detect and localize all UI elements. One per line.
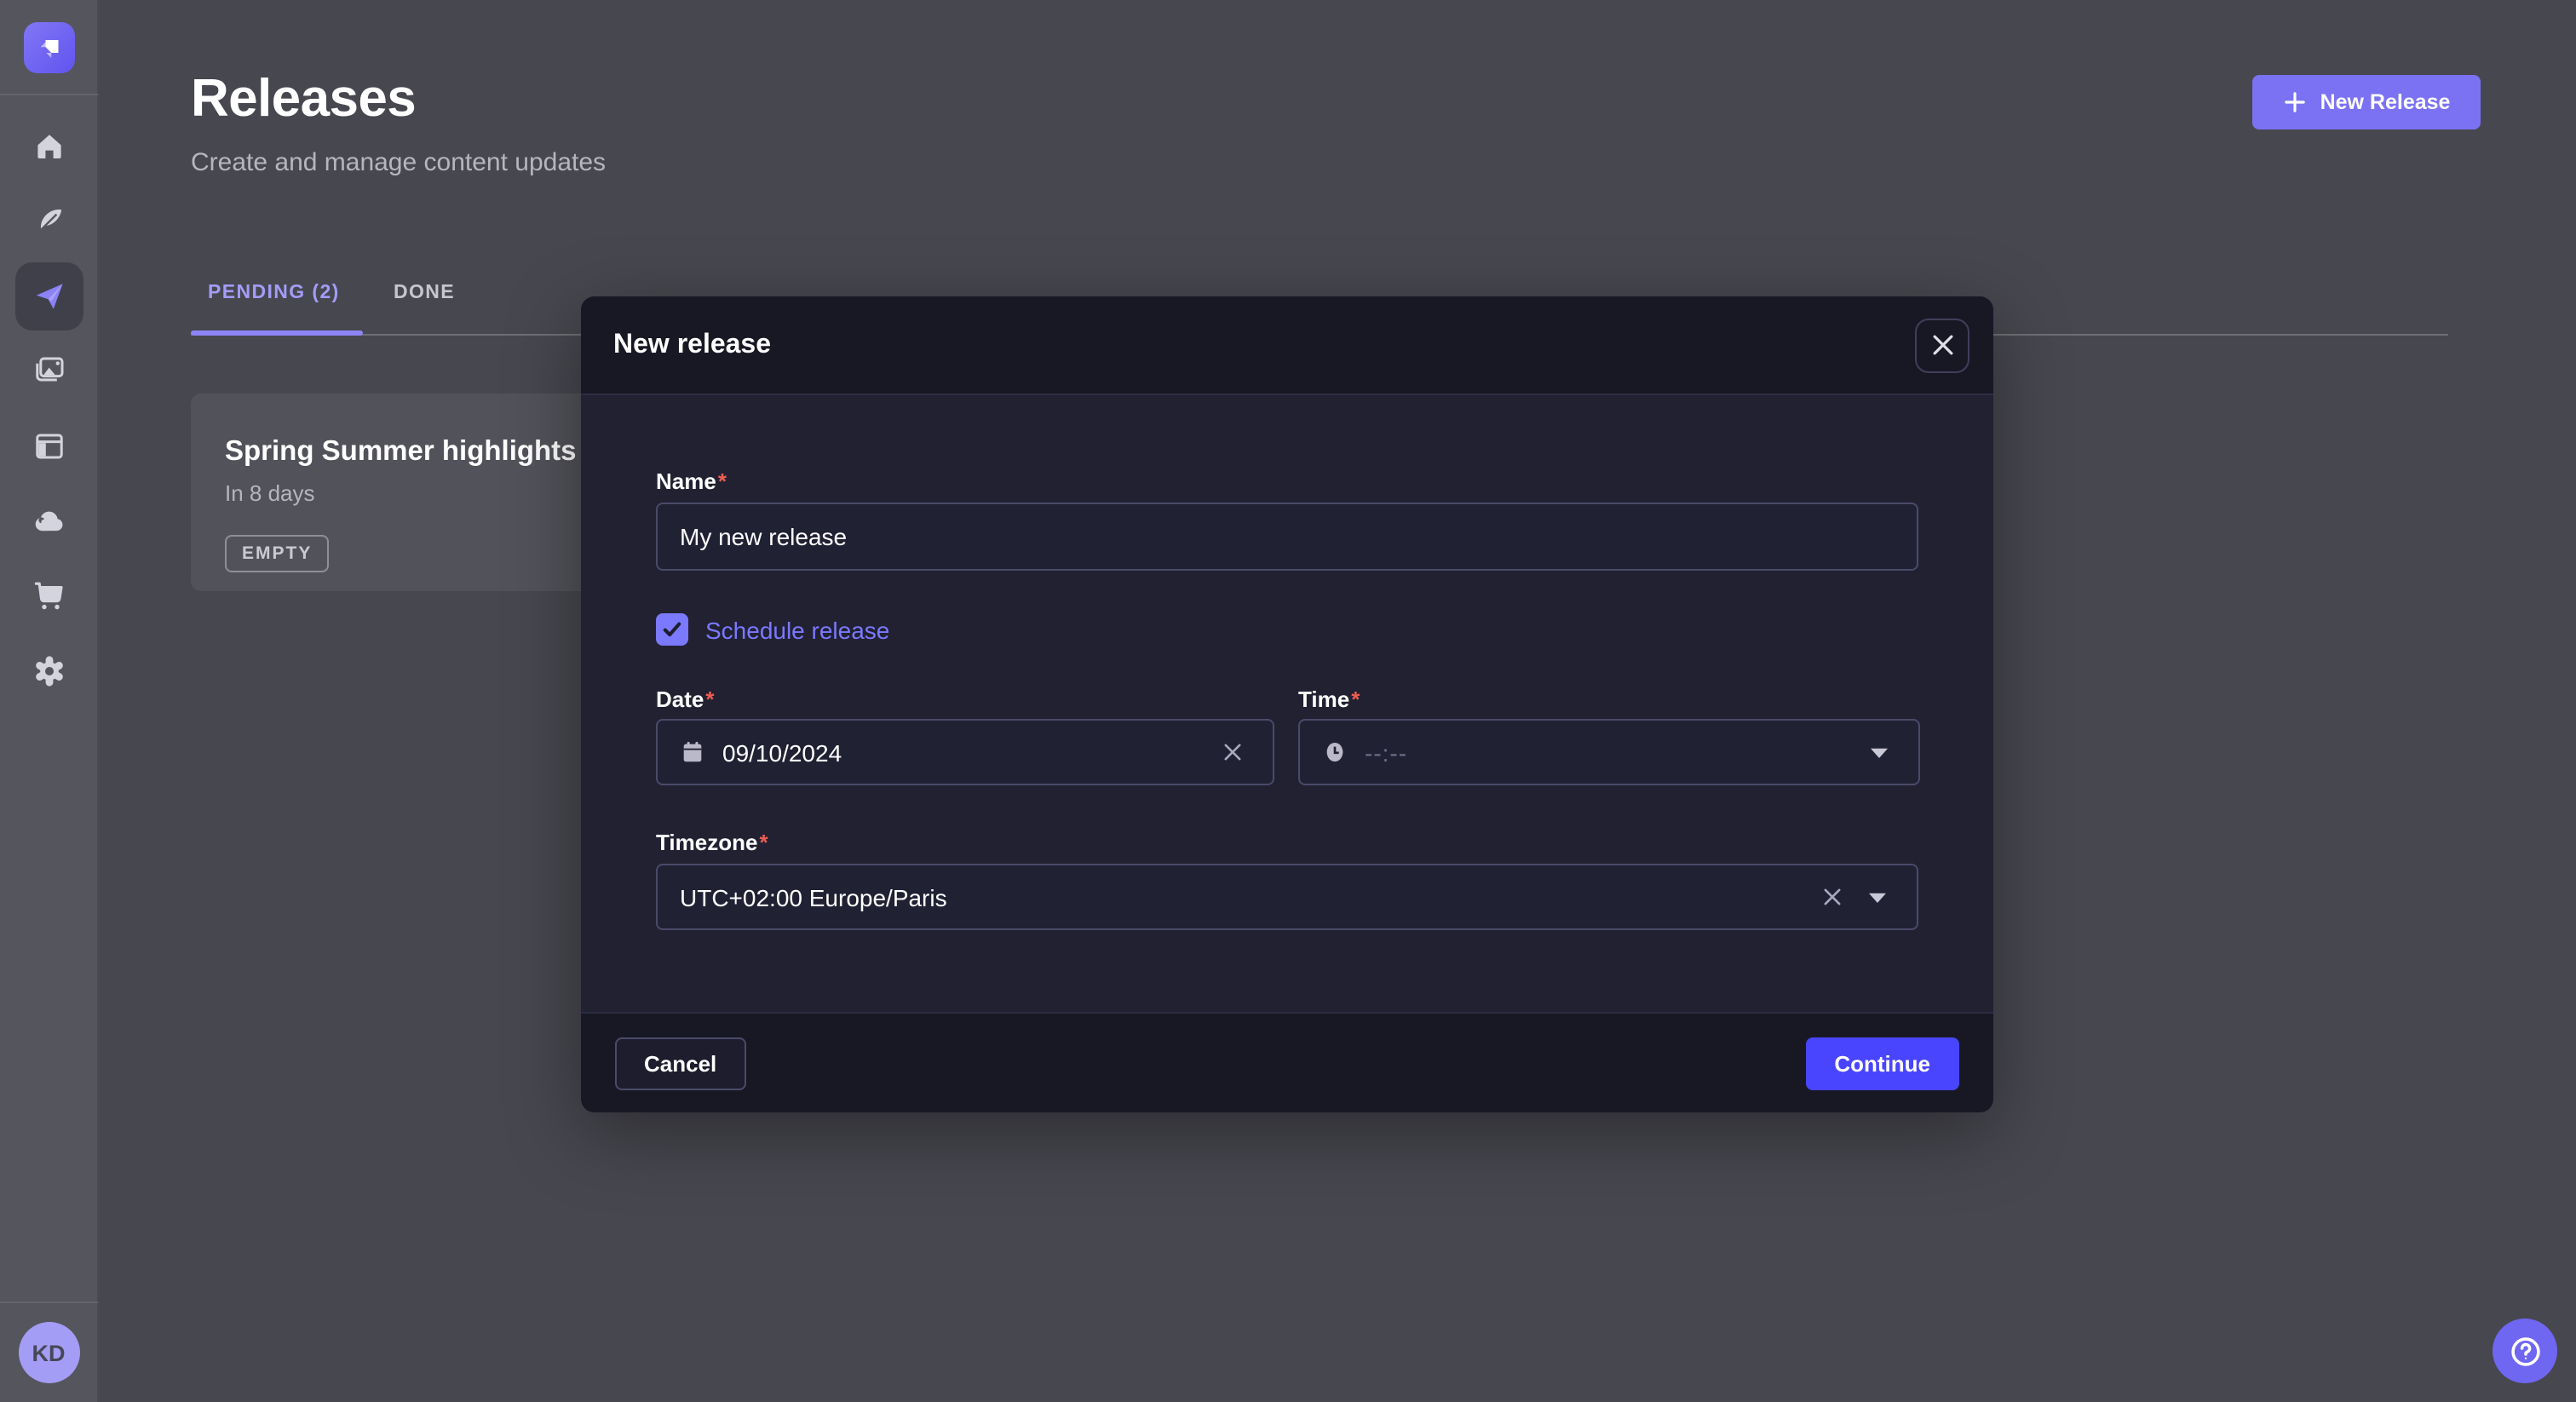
schedule-release-label[interactable]: Schedule release: [705, 616, 889, 643]
timezone-caret-button[interactable]: [1860, 890, 1895, 904]
sidebar-divider: [0, 94, 98, 95]
required-marker: *: [759, 830, 768, 855]
help-button[interactable]: [2493, 1319, 2557, 1383]
name-value: My new release: [680, 523, 1895, 550]
release-card-title: Spring Summer highlights: [225, 436, 583, 468]
modal-footer: Cancel Continue: [581, 1012, 1993, 1112]
clear-icon: [1222, 741, 1244, 763]
release-card-badge: EMPTY: [225, 535, 329, 572]
sidebar: KD: [0, 0, 99, 1402]
chevron-down-icon: [1869, 745, 1889, 759]
modal-title: New release: [613, 330, 771, 360]
sidebar-item-media-library[interactable]: [14, 337, 83, 405]
close-icon: [1929, 332, 1955, 358]
calendar-icon: [680, 739, 705, 765]
release-card[interactable]: Spring Summer highlights In 8 days EMPTY: [191, 394, 617, 591]
date-clear-button[interactable]: [1215, 741, 1251, 763]
clear-icon: [1821, 886, 1843, 908]
name-input[interactable]: My new release: [656, 503, 1918, 571]
sidebar-item-settings[interactable]: [14, 637, 83, 705]
cloud-icon: [32, 504, 66, 538]
sidebar-item-releases[interactable]: [14, 262, 83, 330]
strapi-logo-icon[interactable]: [23, 22, 74, 73]
tab-done[interactable]: DONE: [394, 283, 455, 303]
date-label: Date*: [656, 687, 715, 712]
page-title: Releases: [191, 68, 416, 129]
release-card-due: In 8 days: [225, 480, 583, 506]
sidebar-item-content-type-builder[interactable]: [14, 187, 83, 256]
timezone-label: Timezone*: [656, 830, 768, 855]
user-avatar[interactable]: KD: [18, 1322, 79, 1383]
clock-icon: [1322, 739, 1348, 765]
required-marker: *: [705, 687, 714, 712]
date-value: 09/10/2024: [722, 738, 1215, 766]
sidebar-bottom: KD: [0, 1301, 97, 1402]
layout-icon: [32, 429, 66, 463]
paper-plane-icon: [32, 279, 66, 313]
new-release-button[interactable]: New Release: [2252, 75, 2481, 129]
schedule-release-checkbox[interactable]: [656, 613, 688, 646]
sidebar-nav: [14, 112, 83, 705]
name-label: Name*: [656, 468, 727, 494]
required-marker: *: [1351, 687, 1360, 712]
sidebar-item-marketplace[interactable]: [14, 562, 83, 630]
images-icon: [32, 354, 66, 388]
continue-button[interactable]: Continue: [1805, 1037, 1959, 1089]
modal-header: New release: [581, 296, 1993, 395]
tab-pending[interactable]: PENDING (2): [208, 283, 340, 303]
sidebar-item-home[interactable]: [14, 112, 83, 181]
app-window: KD Releases Create and manage content up…: [0, 0, 2576, 1402]
time-placeholder: --:--: [1365, 738, 1862, 766]
page-subtitle: Create and manage content updates: [191, 148, 606, 177]
time-label: Time*: [1298, 687, 1360, 712]
active-tab-indicator: [191, 330, 363, 336]
plus-icon: [2283, 90, 2307, 114]
sidebar-item-content-manager[interactable]: [14, 412, 83, 480]
schedule-release-row[interactable]: Schedule release: [656, 613, 889, 646]
date-input[interactable]: 09/10/2024: [656, 719, 1274, 785]
sidebar-item-deploy[interactable]: [14, 487, 83, 555]
sidebar-divider: [0, 1301, 98, 1303]
feather-icon: [32, 204, 66, 238]
timezone-clear-button[interactable]: [1814, 886, 1850, 908]
cart-icon: [32, 579, 66, 613]
home-icon: [32, 129, 66, 164]
time-select[interactable]: --:--: [1298, 719, 1920, 785]
chevron-down-icon: [1867, 890, 1888, 904]
timezone-select[interactable]: UTC+02:00 Europe/Paris: [656, 864, 1918, 930]
timezone-value: UTC+02:00 Europe/Paris: [680, 883, 1814, 911]
required-marker: *: [718, 468, 727, 494]
modal-close-button[interactable]: [1915, 318, 1969, 372]
cancel-button[interactable]: Cancel: [615, 1037, 745, 1089]
new-release-label: New Release: [2320, 90, 2451, 114]
question-mark-icon: [2507, 1333, 2543, 1369]
time-caret-button[interactable]: [1862, 745, 1896, 759]
new-release-modal: New release Name* My new release Schedul…: [581, 296, 1993, 1112]
check-icon: [661, 618, 683, 641]
gear-icon: [32, 654, 66, 688]
